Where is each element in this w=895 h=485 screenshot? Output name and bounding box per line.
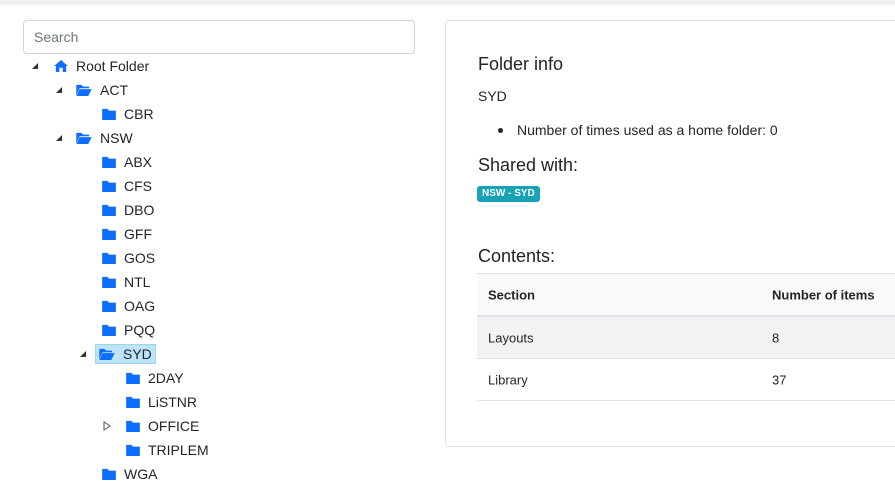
tree-node-label: NSW: [100, 130, 133, 146]
expanded-triangle-icon: [32, 63, 38, 69]
collapse-toggle-root[interactable]: [30, 61, 40, 71]
header-number-of-items: Number of items: [772, 287, 875, 302]
expanded-triangle-icon: [56, 135, 62, 141]
folder-open-icon: [76, 132, 92, 144]
tree-node-act[interactable]: ACT: [73, 79, 131, 101]
folder-icon: [102, 324, 116, 336]
search-input[interactable]: [23, 20, 415, 54]
collapse-toggle-syd[interactable]: [78, 349, 88, 359]
shared-with-heading: Shared with:: [478, 155, 579, 175]
tree-node-label: TRIPLEM: [148, 442, 209, 458]
tree-node-label: LiSTNR: [148, 394, 198, 410]
tree-node-label: 2DAY: [148, 370, 184, 386]
folder-icon: [102, 108, 116, 120]
tree-node-nsw[interactable]: NSW: [73, 127, 136, 149]
tree-node-label: ABX: [124, 154, 153, 170]
tree-node-label: DBO: [124, 202, 155, 218]
expanded-triangle-icon: [56, 87, 62, 93]
tree-node-oag[interactable]: OAG: [99, 295, 158, 317]
folder-open-icon: [76, 84, 92, 96]
home-icon: [54, 60, 68, 72]
tree-node-gff[interactable]: GFF: [99, 223, 155, 245]
tree-node-label: SYD: [123, 346, 152, 362]
folder-icon: [102, 300, 116, 312]
tree-node-listnr[interactable]: LiSTNR: [123, 391, 200, 413]
shared-badge: NSW - SYD: [477, 186, 540, 202]
tree-node-pqq[interactable]: PQQ: [99, 319, 158, 341]
contents-table: Section Number of items Layouts 8 Librar…: [477, 273, 895, 401]
table-row: Layouts 8: [477, 317, 895, 359]
table-row: Library 37: [477, 359, 895, 401]
tree-node-label: OAG: [124, 298, 156, 314]
folder-icon: [102, 252, 116, 264]
header-section: Section: [488, 287, 535, 302]
folder-name: SYD: [478, 88, 507, 104]
tree-node-2day[interactable]: 2DAY: [123, 367, 187, 389]
folder-icon: [102, 276, 116, 288]
collapse-toggle-nsw[interactable]: [54, 133, 64, 143]
cell-count: 8: [772, 330, 780, 345]
tree-node-office[interactable]: OFFICE: [123, 415, 202, 437]
folder-icon: [126, 444, 140, 456]
collapse-toggle-act[interactable]: [54, 85, 64, 95]
tree-node-wga[interactable]: WGA: [99, 463, 160, 485]
folder-icon: [102, 204, 116, 216]
folder-icon: [102, 468, 116, 480]
tree-node-label: Root Folder: [76, 58, 150, 74]
tree-node-label: PQQ: [124, 322, 156, 338]
tree-node-label: NTL: [124, 274, 151, 290]
cell-section: Layouts: [488, 330, 534, 345]
tree-node-cbr[interactable]: CBR: [99, 103, 157, 125]
tree-node-label: ACT: [100, 82, 128, 98]
tree-node-triplem[interactable]: TRIPLEM: [123, 439, 212, 461]
table-header: Section Number of items: [477, 273, 895, 317]
folder-icon: [126, 420, 140, 432]
tree-node-label: GFF: [124, 226, 152, 242]
folder-icon: [102, 180, 116, 192]
top-bar: [0, 0, 895, 5]
home-folder-usage-text: Number of times used as a home folder: 0: [517, 122, 778, 138]
expanded-triangle-icon: [80, 351, 86, 357]
tree-node-label: CFS: [124, 178, 152, 194]
tree-node-root[interactable]: Root Folder: [51, 55, 152, 77]
tree-node-syd[interactable]: SYD: [95, 343, 156, 365]
tree-node-label: GOS: [124, 250, 156, 266]
expand-toggle-office[interactable]: [102, 421, 112, 431]
home-folder-usage: Number of times used as a home folder: 0: [498, 122, 778, 138]
tree-node-gos[interactable]: GOS: [99, 247, 158, 269]
folder-info-heading: Folder info: [478, 54, 564, 74]
tree-node-label: OFFICE: [148, 418, 200, 434]
folder-icon: [126, 372, 140, 384]
folder-icon: [102, 156, 116, 168]
cell-count: 37: [772, 372, 787, 387]
contents-heading: Contents:: [478, 246, 556, 266]
tree-node-dbo[interactable]: DBO: [99, 199, 157, 221]
tree-node-abx[interactable]: ABX: [99, 151, 155, 173]
folder-open-icon: [99, 348, 115, 360]
bullet-icon: [498, 127, 503, 133]
tree-node-label: WGA: [124, 466, 158, 482]
folder-icon: [126, 396, 140, 408]
tree-node-cfs[interactable]: CFS: [99, 175, 155, 197]
folder-icon: [102, 228, 116, 240]
tree-node-ntl[interactable]: NTL: [99, 271, 153, 293]
tree-node-label: CBR: [124, 106, 154, 122]
collapsed-triangle-icon: [103, 421, 111, 431]
cell-section: Library: [488, 372, 528, 387]
